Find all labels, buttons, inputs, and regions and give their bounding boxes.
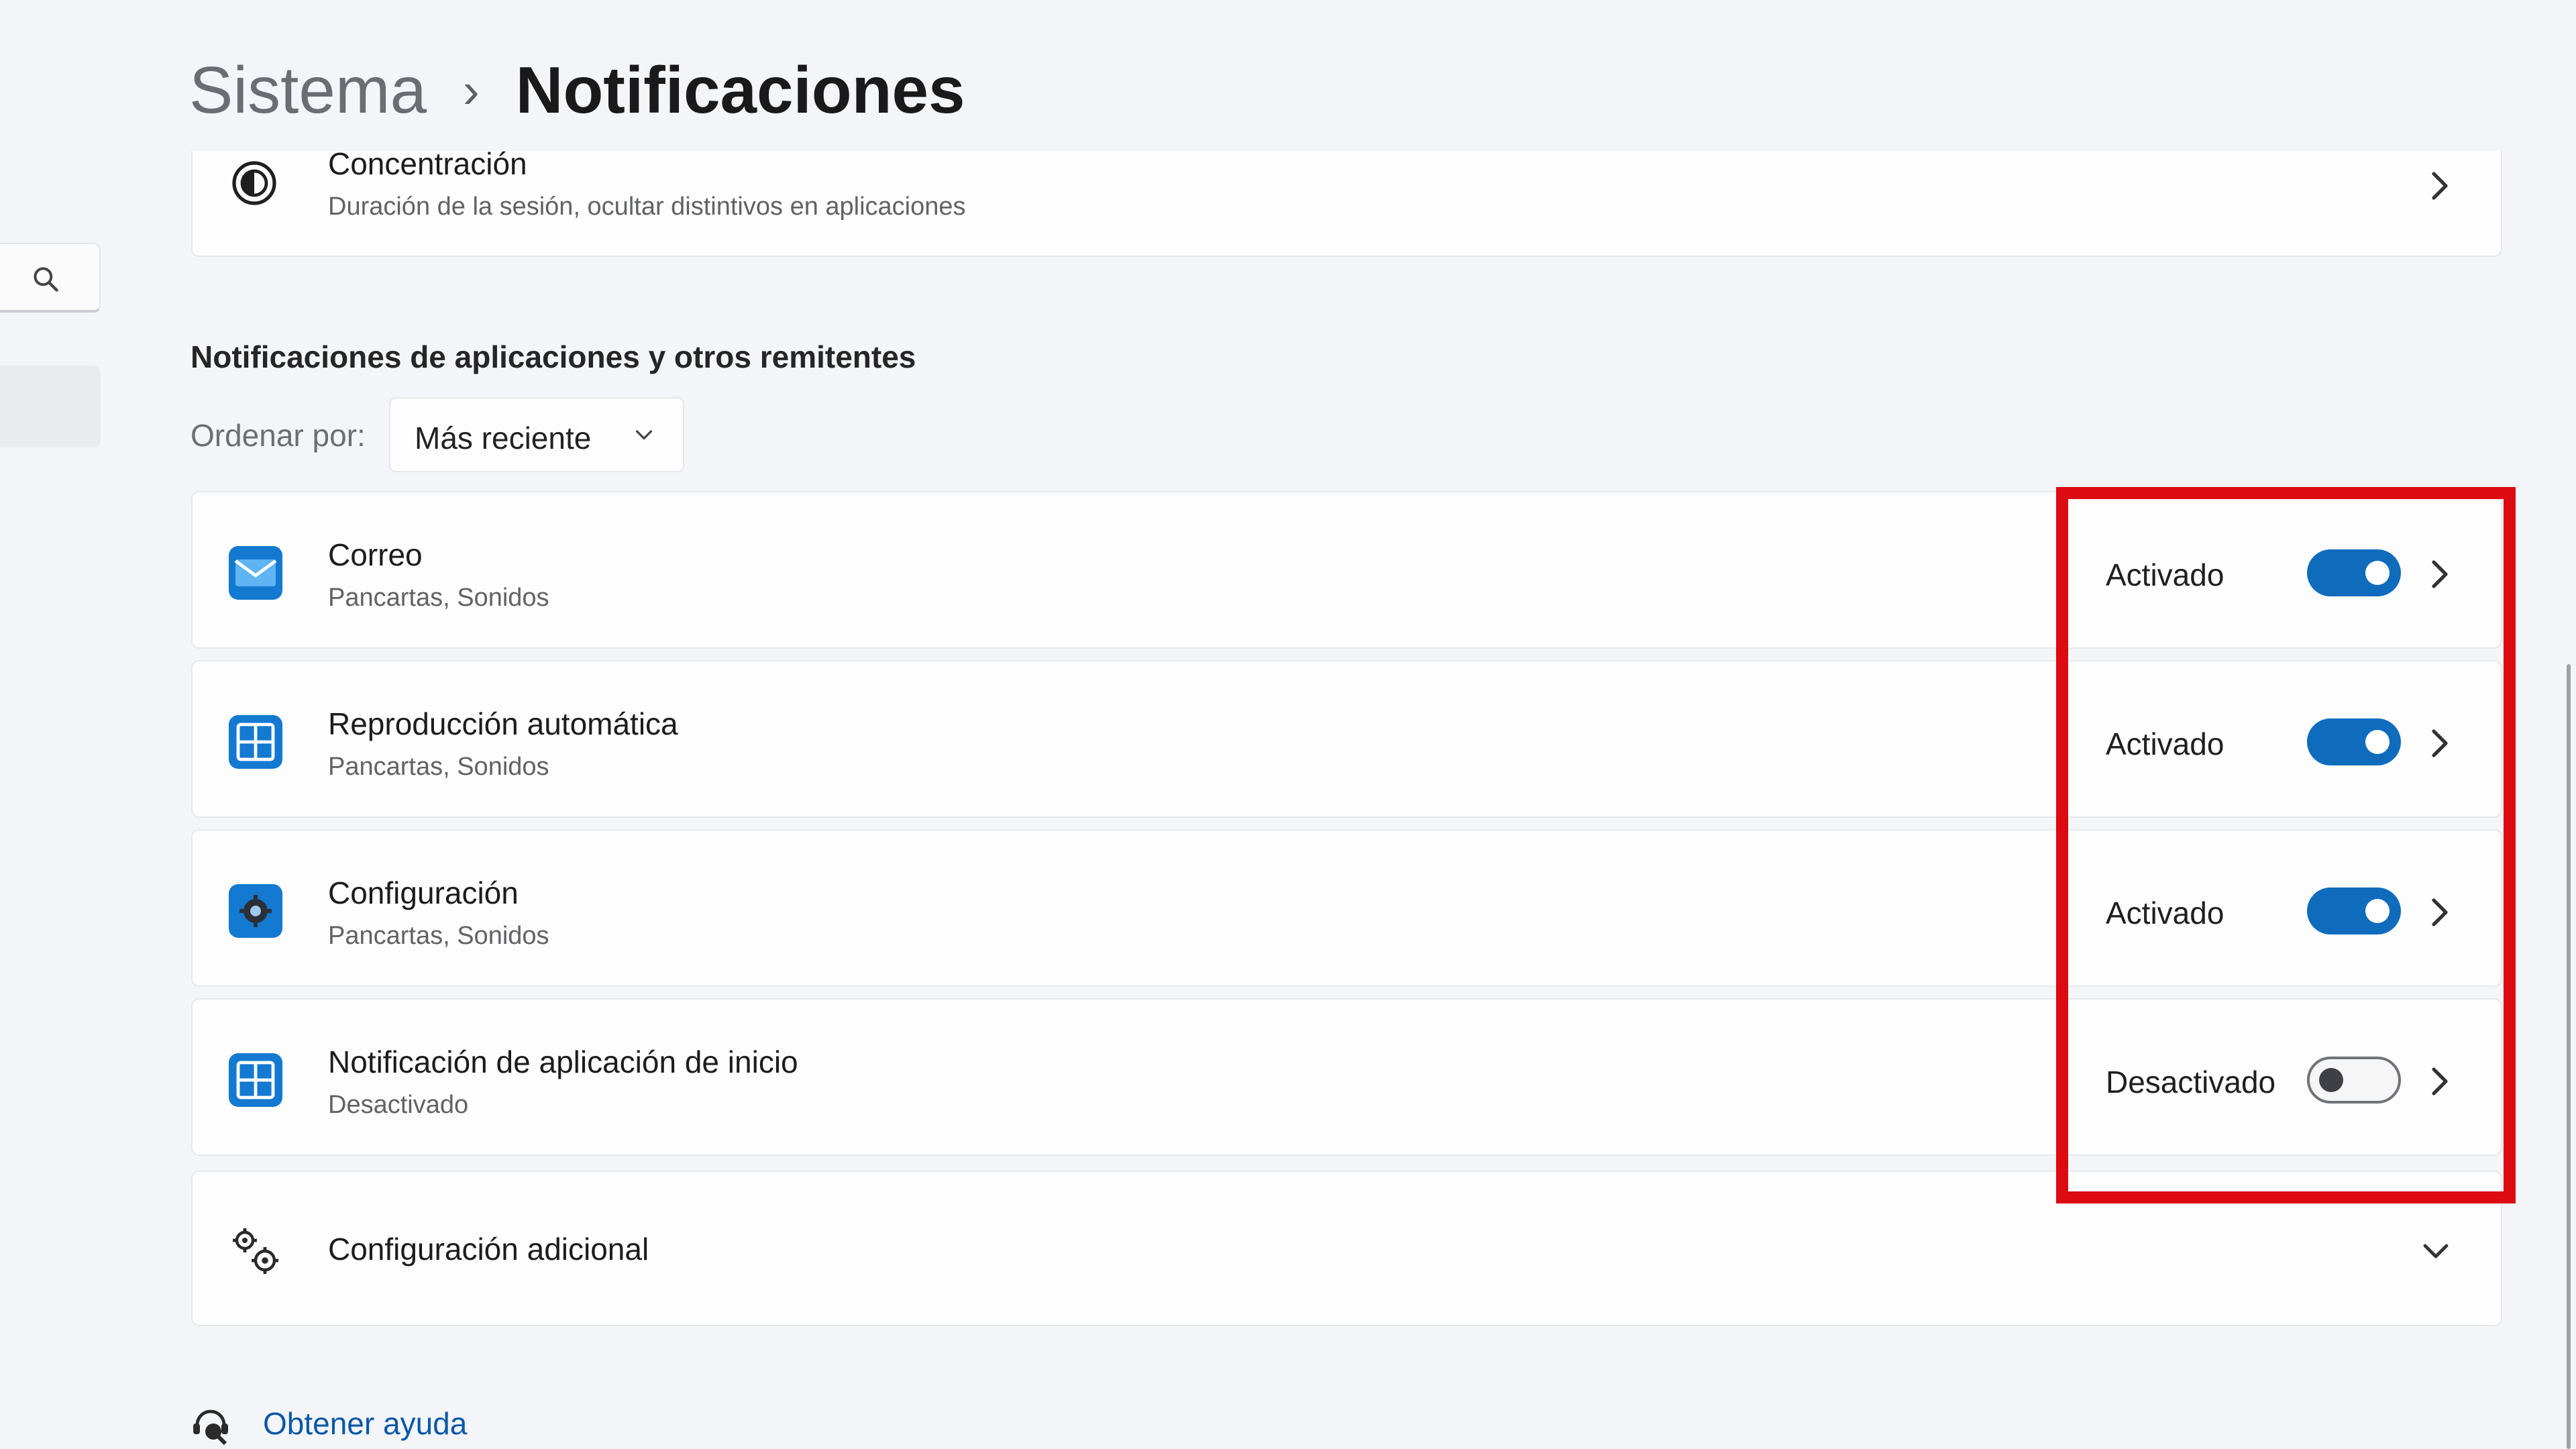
nav-search-box[interactable] bbox=[0, 243, 101, 313]
chevron-right-icon[interactable] bbox=[2426, 723, 2453, 763]
chevron-down-icon[interactable] bbox=[2419, 1239, 2453, 1266]
app-subtitle: Pancartas, Sonidos bbox=[328, 922, 549, 950]
app-status: Activado bbox=[2106, 727, 2224, 761]
additional-settings-title: Configuración adicional bbox=[328, 1232, 649, 1267]
additional-settings-row[interactable]: Configuración adicional bbox=[191, 1171, 2502, 1326]
search-icon bbox=[34, 267, 58, 292]
chevron-right-icon[interactable] bbox=[2426, 554, 2453, 594]
app-row-correo[interactable]: Correo Pancartas, Sonidos Activado bbox=[191, 491, 2502, 649]
app-name: Configuración bbox=[328, 875, 519, 910]
app-subtitle: Pancartas, Sonidos bbox=[328, 584, 549, 612]
autoplay-icon bbox=[229, 715, 282, 769]
startup-app-icon bbox=[229, 1053, 282, 1107]
nav-selected-item[interactable] bbox=[0, 366, 101, 447]
settings-gear-icon bbox=[229, 884, 282, 938]
notification-toggle[interactable] bbox=[2307, 888, 2401, 934]
help-label[interactable]: Obtener ayuda bbox=[263, 1405, 467, 1442]
app-name: Notificación de aplicación de inicio bbox=[328, 1044, 798, 1079]
toggle-knob bbox=[2319, 1068, 2343, 1092]
mail-icon bbox=[229, 546, 282, 600]
gears-icon bbox=[233, 1228, 278, 1274]
chevron-down-icon bbox=[635, 430, 653, 440]
breadcrumb-parent[interactable]: Sistema bbox=[189, 52, 427, 128]
section-title: Notificaciones de aplicaciones y otros r… bbox=[191, 339, 916, 374]
app-row-notificacion-inicio[interactable]: Notificación de aplicación de inicio Des… bbox=[191, 998, 2502, 1156]
toggle-knob bbox=[2365, 730, 2390, 754]
help-link[interactable]: Obtener ayuda bbox=[189, 1402, 467, 1445]
chevron-right-icon[interactable] bbox=[2426, 1061, 2453, 1102]
notification-toggle[interactable] bbox=[2307, 549, 2401, 596]
breadcrumb-separator: › bbox=[463, 62, 480, 118]
chevron-right-icon[interactable] bbox=[2426, 892, 2453, 932]
help-agent-icon bbox=[193, 1409, 228, 1445]
focus-clock-icon bbox=[232, 161, 276, 205]
toggle-knob bbox=[2365, 561, 2390, 585]
sort-label: Ordenar por: bbox=[191, 418, 366, 453]
page-title: Notificaciones bbox=[515, 52, 965, 127]
app-status: Activado bbox=[2106, 557, 2224, 592]
app-subtitle: Pancartas, Sonidos bbox=[328, 753, 549, 781]
focus-title: Concentración bbox=[328, 146, 527, 181]
breadcrumb: Sistema › Notificaciones bbox=[189, 43, 965, 137]
focus-row[interactable]: Concentración Duración de la sesión, ocu… bbox=[191, 146, 2502, 257]
app-row-configuracion[interactable]: Configuración Pancartas, Sonidos Activad… bbox=[191, 829, 2502, 987]
notification-toggle[interactable] bbox=[2307, 1057, 2401, 1104]
focus-subtitle: Duración de la sesión, ocultar distintiv… bbox=[328, 193, 966, 221]
sort-dropdown[interactable]: Más reciente bbox=[389, 397, 684, 472]
notification-toggle[interactable] bbox=[2307, 718, 2401, 765]
app-name: Correo bbox=[328, 537, 423, 572]
app-status: Desactivado bbox=[2106, 1065, 2276, 1099]
sort-value: Más reciente bbox=[415, 421, 592, 455]
toggle-knob bbox=[2365, 899, 2390, 923]
app-subtitle: Desactivado bbox=[328, 1091, 469, 1119]
app-status: Activado bbox=[2106, 896, 2224, 930]
chevron-right-icon bbox=[2432, 172, 2448, 200]
app-row-reproduccion-automatica[interactable]: Reproducción automática Pancartas, Sonid… bbox=[191, 660, 2502, 818]
app-name: Reproducción automática bbox=[328, 706, 678, 741]
scrollbar[interactable] bbox=[2567, 664, 2571, 1449]
